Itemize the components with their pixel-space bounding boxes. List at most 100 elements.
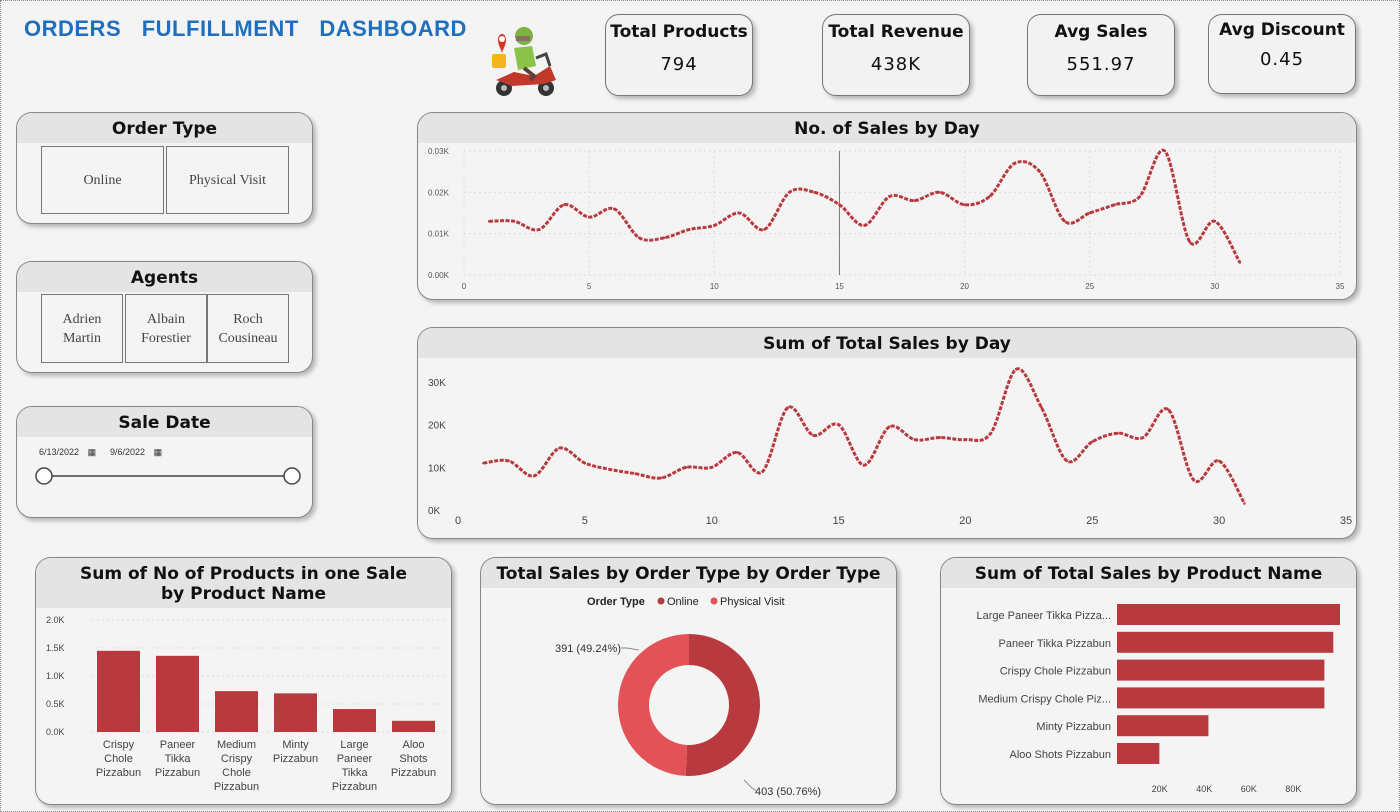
sales-sum-chart-card: Sum of Total Sales by Day 0K 10K 20K 30K 0 5 1… bbox=[417, 327, 1357, 539]
data-point bbox=[1213, 220, 1217, 223]
sales-count-chart-card: No. of Sales by Day 0.00K 0.01K 0.02K 0.03K… bbox=[417, 112, 1357, 300]
kpi-total-revenue: Total Revenue 438K bbox=[822, 14, 970, 96]
category-label: Minty bbox=[282, 739, 309, 751]
x-tick-label: 35 bbox=[1336, 282, 1345, 291]
data-point bbox=[1192, 478, 1195, 482]
data-point bbox=[482, 461, 485, 465]
order-type-donut-chart[interactable]: Order Type Online Physical Visit 403 (50.76… bbox=[481, 588, 897, 805]
category-label: Pizzabun bbox=[391, 767, 436, 779]
slicer-option-agent[interactable]: Roch Cousineau bbox=[207, 294, 289, 363]
data-point bbox=[713, 224, 716, 227]
bar bbox=[1117, 659, 1325, 681]
data-point bbox=[888, 425, 891, 428]
series-line bbox=[483, 367, 1246, 505]
data-point bbox=[1063, 220, 1066, 223]
bar bbox=[333, 709, 376, 732]
x-tick-label: 20K bbox=[1152, 784, 1168, 794]
y-tick-label: 30K bbox=[428, 378, 446, 389]
data-point bbox=[735, 451, 739, 454]
data-point bbox=[813, 191, 816, 194]
legend-title: Order Type bbox=[587, 596, 645, 608]
y-tick-label: 0.03K bbox=[428, 147, 450, 156]
category-label: Paneer Tikka Pizzabun bbox=[998, 638, 1111, 650]
bar bbox=[1117, 687, 1325, 709]
calendar-icon[interactable]: ▦ bbox=[88, 447, 97, 457]
category-label: Chole bbox=[222, 767, 251, 779]
bar bbox=[97, 650, 140, 732]
kpi-label: Total Products bbox=[610, 22, 748, 42]
bar bbox=[1117, 743, 1160, 764]
category-label: Large bbox=[340, 739, 368, 751]
kpi-value: 0.45 bbox=[1259, 49, 1305, 70]
products-bar-chart[interactable]: 0.0K 0.5K 1.0K 1.5K 2.0K Crispy Chole Pizzabun P… bbox=[36, 610, 452, 805]
category-label: Tikka bbox=[342, 767, 369, 779]
y-tick-label: 0.0K bbox=[46, 727, 65, 737]
data-point bbox=[685, 466, 688, 469]
sales-by-product-card: Sum of Total Sales by Product Name Large… bbox=[940, 557, 1357, 805]
y-tick-label: 0.02K bbox=[428, 188, 450, 197]
data-point bbox=[1138, 195, 1141, 198]
calendar-icon[interactable]: ▦ bbox=[154, 447, 163, 457]
date-range-slider[interactable] bbox=[17, 457, 313, 497]
kpi-avg-sales: Avg Sales 551.97 bbox=[1027, 14, 1175, 96]
slider-start-handle[interactable] bbox=[35, 467, 53, 485]
data-point bbox=[786, 406, 790, 409]
chart-title: Sum of Total Sales by Product Name bbox=[941, 558, 1356, 588]
bar bbox=[1117, 604, 1340, 625]
data-point bbox=[964, 438, 967, 441]
category-label: Chole bbox=[104, 753, 133, 765]
x-tick-label: 0 bbox=[462, 282, 467, 291]
data-point bbox=[1038, 170, 1041, 173]
data-point bbox=[487, 220, 491, 223]
kpi-value: 438K bbox=[870, 54, 922, 75]
kpi-label: Avg Discount bbox=[1219, 20, 1345, 40]
sales-sum-line-chart[interactable]: 0K 10K 20K 30K 0 5 10 15 20 25 30 35 bbox=[418, 360, 1357, 539]
x-tick-label: 30 bbox=[1210, 282, 1219, 291]
slider-end-handle[interactable] bbox=[283, 467, 301, 485]
slicer-title: Agents bbox=[17, 262, 312, 292]
x-tick-label: 80K bbox=[1285, 784, 1301, 794]
category-label: Large Paneer Tikka Pizza... bbox=[976, 610, 1111, 622]
slicer-option-physical-visit[interactable]: Physical Visit bbox=[166, 146, 289, 214]
data-point bbox=[587, 215, 591, 219]
category-label: Medium Crispy Chole Piz... bbox=[978, 693, 1111, 705]
slicer-option-agent[interactable]: Adrien Martin bbox=[41, 294, 123, 363]
data-point bbox=[1217, 459, 1221, 463]
series-line bbox=[488, 148, 1242, 264]
y-tick-label: 2.0K bbox=[46, 615, 65, 625]
data-point bbox=[537, 228, 541, 231]
order-type-donut-card: Total Sales by Order Type by Order Type … bbox=[480, 557, 897, 805]
x-tick-label: 5 bbox=[582, 515, 588, 527]
data-point bbox=[1088, 211, 1091, 215]
data-point bbox=[761, 470, 764, 473]
data-point bbox=[562, 203, 566, 206]
category-label: Tikka bbox=[165, 753, 192, 765]
order-type-slicer: Order Type Online Physical Visit bbox=[16, 112, 313, 224]
bar bbox=[274, 693, 317, 732]
bar bbox=[1117, 631, 1334, 653]
chart-title: Total Sales by Order Type by Order Type bbox=[481, 558, 896, 588]
data-point bbox=[988, 195, 991, 198]
y-tick-label: 0.01K bbox=[428, 230, 450, 239]
data-point bbox=[688, 228, 691, 231]
data-point bbox=[989, 432, 992, 435]
x-tick-label: 40K bbox=[1196, 784, 1212, 794]
sales-count-line-chart[interactable]: 0.00K 0.01K 0.02K 0.03K 0 5 10 15 20 25 30 35 bbox=[418, 143, 1357, 300]
slicer-option-online[interactable]: Online bbox=[41, 146, 164, 214]
donut-slice bbox=[618, 634, 689, 776]
legend-marker bbox=[710, 597, 718, 605]
data-point bbox=[532, 474, 536, 478]
kpi-value: 794 bbox=[660, 54, 698, 75]
data-point bbox=[938, 436, 942, 439]
sales-by-product-bar-chart[interactable]: Large Paneer Tikka Pizza... Paneer Tikka … bbox=[941, 588, 1357, 805]
data-point bbox=[1163, 149, 1166, 153]
y-tick-label: 20K bbox=[428, 421, 446, 432]
data-point bbox=[1238, 261, 1242, 264]
start-date-value: 6/13/2022 bbox=[39, 447, 80, 457]
data-point bbox=[638, 236, 641, 239]
y-tick-label: 0.5K bbox=[46, 699, 65, 709]
agents-slicer: Agents Adrien Martin Albain Forestier Ro… bbox=[16, 261, 313, 373]
slicer-option-agent[interactable]: Albain Forestier bbox=[125, 294, 207, 363]
category-label: Pizzabun bbox=[273, 753, 318, 765]
chart-title: Sum of Total Sales by Day bbox=[418, 328, 1356, 358]
